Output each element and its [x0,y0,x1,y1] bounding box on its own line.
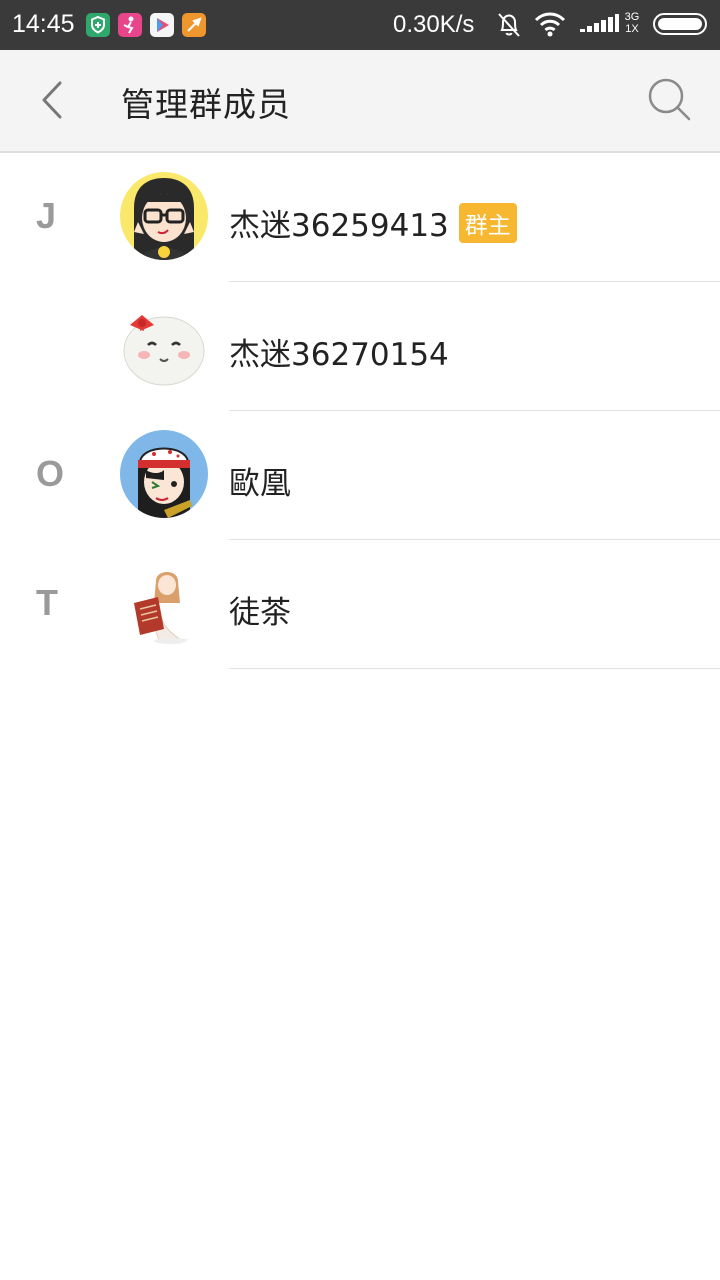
member-row[interactable]: T 徒茶 [0,540,720,669]
shield-app-icon [86,13,110,37]
reading-girl-avatar [120,559,208,647]
member-name: 杰迷36270154 [229,337,449,373]
member-name: 杰迷36259413 群主 [229,200,517,245]
brush-app-icon [182,13,206,37]
network-type-bottom: 1X [625,23,639,35]
round-face-bow-avatar [120,301,208,389]
owner-badge: 群主 [458,203,517,243]
signal-icon [580,14,620,40]
search-icon [648,78,691,121]
battery-icon [653,13,707,35]
member-list: J 杰迷36259413 群主 杰迷36270154 O 歐凰 T 徒茶 [0,153,720,669]
member-name-text: 杰迷36259413 [229,208,449,244]
title-bar: 管理群成员 [0,50,720,153]
divider [229,668,720,669]
network-type: 3G 1X [622,11,642,35]
back-button[interactable] [22,72,82,128]
member-row[interactable]: 杰迷36270154 [0,282,720,411]
member-row[interactable]: O 歐凰 [0,411,720,540]
wifi-icon [534,12,566,42]
status-time: 14:45 [12,10,75,38]
member-name: 徒茶 [229,595,291,631]
status-bar: 14:45 0.30K/s 3G 1X [0,0,720,50]
bell-muted-icon [496,11,522,43]
index-letter: J [36,195,57,236]
video-app-icon [150,13,174,37]
network-speed: 0.30K/s [393,11,475,38]
battery-level [658,18,702,30]
search-button[interactable] [640,72,700,128]
dance-app-icon [118,13,142,37]
network-type-top: 3G [624,11,640,23]
chevron-left-icon [42,81,62,119]
index-letter: O [36,453,65,494]
member-row[interactable]: J 杰迷36259413 群主 [0,153,720,282]
cap-girl-avatar [120,430,208,518]
index-letter: T [36,582,58,623]
page-title: 管理群成员 [121,85,291,124]
glasses-girl-avatar [120,172,208,260]
member-name: 歐凰 [229,466,291,502]
